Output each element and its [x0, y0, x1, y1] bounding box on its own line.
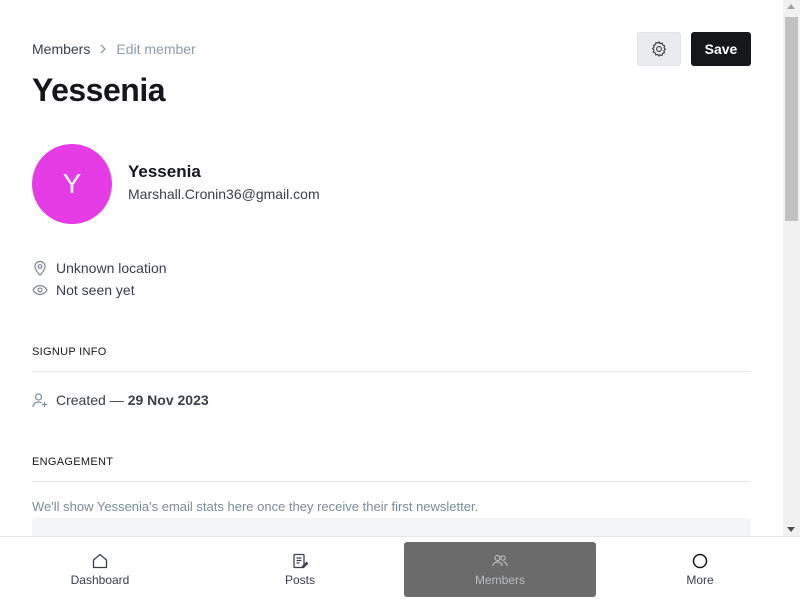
save-button[interactable]: Save	[691, 32, 751, 66]
chevron-right-icon	[95, 41, 111, 57]
nav-item-more[interactable]: More	[604, 542, 796, 597]
engagement-heading: ENGAGEMENT	[32, 456, 114, 468]
breadcrumb-members-link[interactable]: Members	[32, 41, 90, 57]
breadcrumb: Members Edit member	[32, 40, 196, 58]
home-icon	[91, 552, 109, 570]
avatar: Y	[32, 144, 112, 224]
divider	[32, 371, 751, 372]
signup-info-heading: SIGNUP INFO	[32, 346, 107, 358]
member-detail-page: Members Edit member Yessenia Save Y Yess…	[0, 0, 783, 536]
eye-icon	[32, 282, 48, 298]
posts-icon	[291, 552, 309, 570]
scroll-thumb[interactable]	[785, 17, 798, 221]
settings-button[interactable]	[637, 32, 681, 66]
vertical-scrollbar[interactable]	[783, 0, 800, 536]
location-pin-icon	[32, 260, 48, 276]
more-icon	[691, 552, 709, 570]
scroll-up-arrow-icon[interactable]	[787, 4, 795, 9]
nav-item-posts[interactable]: Posts	[204, 542, 396, 597]
last-seen-text: Not seen yet	[56, 282, 135, 298]
nav-label: Dashboard	[70, 573, 130, 587]
created-row: Created — 29 Nov 2023	[32, 390, 209, 410]
location-row: Unknown location	[32, 258, 167, 278]
engagement-note: We'll show Yessenia's email stats here o…	[32, 499, 479, 514]
nav-label: Posts	[284, 573, 315, 587]
user-add-icon	[32, 392, 48, 408]
nav-label: More	[686, 573, 714, 587]
created-label: Created —	[56, 392, 124, 408]
divider	[32, 481, 751, 482]
member-name: Yessenia	[128, 162, 201, 181]
scroll-down-arrow-icon[interactable]	[787, 527, 795, 532]
bottom-nav: Dashboard Posts Members More	[0, 536, 800, 600]
location-text: Unknown location	[56, 260, 167, 276]
nav-label: Members	[474, 573, 525, 587]
page-title: Yessenia	[32, 72, 166, 108]
member-email: Marshall.Cronin36@gmail.com	[128, 186, 320, 202]
last-seen-row: Not seen yet	[32, 280, 135, 300]
nav-item-dashboard[interactable]: Dashboard	[4, 542, 196, 597]
breadcrumb-current: Edit member	[116, 41, 196, 57]
engagement-stats-box	[32, 518, 751, 536]
gear-icon	[650, 40, 668, 58]
created-date: 29 Nov 2023	[127, 392, 209, 408]
nav-item-members[interactable]: Members	[404, 542, 596, 597]
members-icon	[491, 552, 509, 570]
